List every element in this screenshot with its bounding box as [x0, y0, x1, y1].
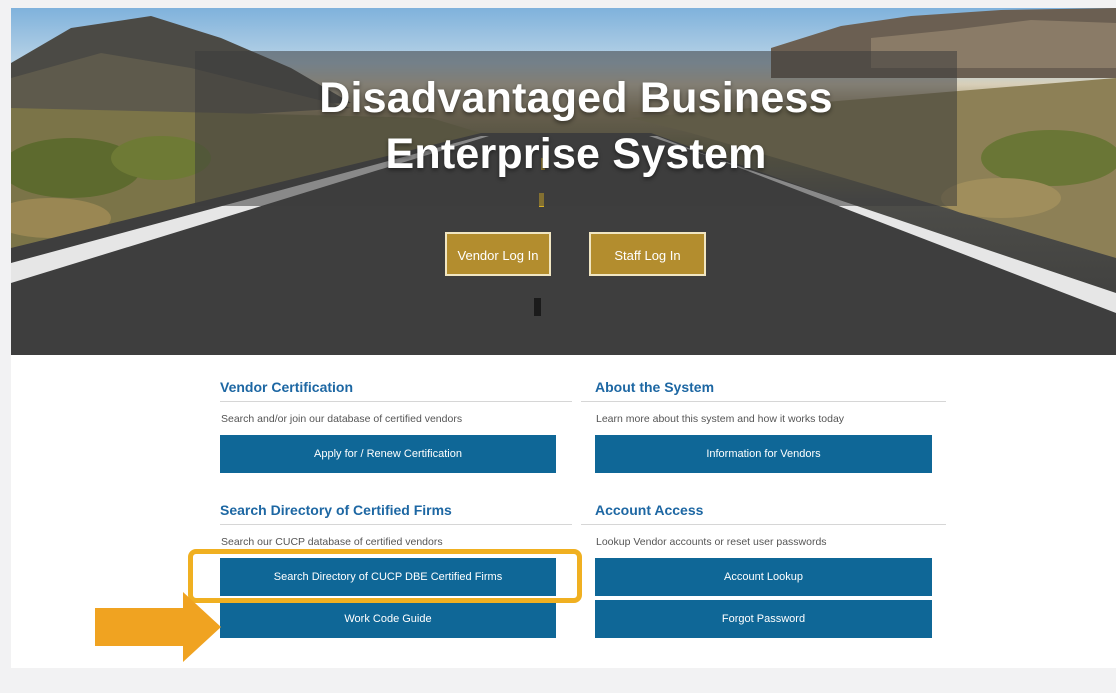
forgot-password-button[interactable]: Forgot Password	[595, 600, 932, 638]
about-system-heading: About the System	[595, 379, 715, 395]
section-divider	[581, 524, 946, 525]
search-directory-heading: Search Directory of Certified Firms	[220, 502, 452, 518]
search-directory-description: Search our CUCP database of certified ve…	[221, 536, 443, 548]
site-title: Disadvantaged Business Enterprise System	[195, 70, 957, 182]
highlight-box	[188, 549, 582, 603]
account-access-heading: Account Access	[595, 502, 704, 518]
staff-login-button[interactable]: Staff Log In	[589, 232, 706, 276]
section-divider	[220, 524, 572, 525]
section-divider	[220, 401, 572, 402]
site-title-line1: Disadvantaged Business	[319, 74, 833, 122]
page-container: Disadvantaged Business Enterprise System…	[11, 8, 1116, 668]
apply-renew-certification-button[interactable]: Apply for / Renew Certification	[220, 435, 556, 473]
information-for-vendors-button[interactable]: Information for Vendors	[595, 435, 932, 473]
account-access-description: Lookup Vendor accounts or reset user pas…	[596, 536, 827, 548]
vendor-certification-description: Search and/or join our database of certi…	[221, 413, 463, 425]
about-system-description: Learn more about this system and how it …	[596, 413, 845, 425]
work-code-guide-button[interactable]: Work Code Guide	[220, 600, 556, 638]
vendor-certification-heading: Vendor Certification	[220, 379, 354, 395]
account-lookup-button[interactable]: Account Lookup	[595, 558, 932, 596]
site-title-line2: Enterprise System	[385, 130, 767, 178]
arrow-right-icon	[95, 592, 221, 662]
page-footer-band	[0, 668, 1116, 693]
vendor-login-button[interactable]: Vendor Log In	[445, 232, 551, 276]
section-divider	[581, 401, 946, 402]
hero-banner: Disadvantaged Business Enterprise System…	[11, 8, 1116, 355]
